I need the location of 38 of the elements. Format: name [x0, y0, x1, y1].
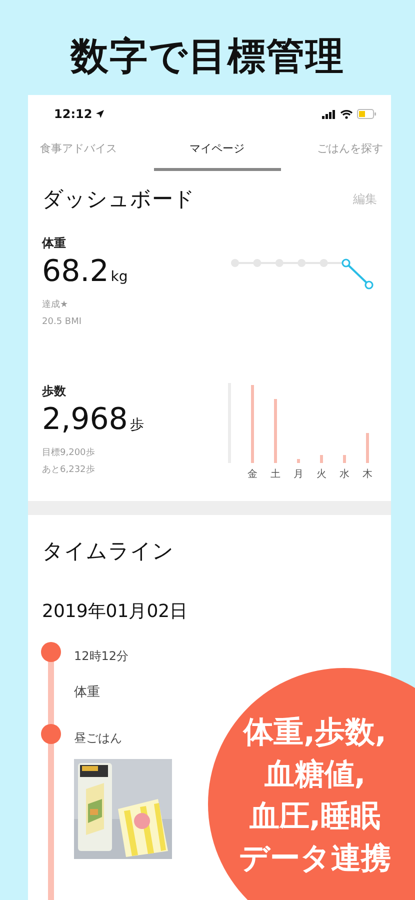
- metric-note: 目標9,200歩: [42, 446, 96, 460]
- battery-icon: [357, 109, 377, 119]
- entry-title: 12時12分: [74, 648, 129, 665]
- day-label: 土: [270, 468, 280, 481]
- metric-note: 20.5 BMI: [42, 316, 82, 329]
- entry-text: 体重: [74, 684, 101, 701]
- section-title: ダッシュボード: [42, 186, 195, 213]
- edit-link[interactable]: 編集: [353, 190, 377, 208]
- day-label: 水: [340, 468, 350, 481]
- day-label: 木: [362, 468, 372, 481]
- steps-bar: [366, 433, 369, 463]
- timeline-date: 2019年01月02日: [42, 600, 189, 623]
- signal-icon: [322, 110, 336, 118]
- tab[interactable]: 食事アドバイス: [28, 135, 125, 171]
- day-label: 火: [316, 468, 326, 481]
- metric-note: あと6,232歩: [42, 464, 96, 477]
- entry-title: 昼ごはん: [74, 730, 122, 747]
- section-title: タイムライン: [42, 538, 175, 565]
- steps-bar: [320, 455, 323, 463]
- metric-label: 歩数: [42, 383, 67, 400]
- timeline-dot: [41, 724, 61, 744]
- timeline-dot: [41, 642, 61, 662]
- headline: 数字で目標管理: [69, 33, 346, 80]
- day-label: 月: [294, 468, 304, 481]
- metric-note: 達成★: [42, 298, 70, 312]
- metric-label: 体重: [42, 235, 67, 252]
- tab[interactable]: ごはんを探す: [309, 135, 391, 171]
- day-label: 金: [248, 468, 258, 481]
- status-time: 12:12: [54, 107, 92, 121]
- tab[interactable]: マイページ: [154, 135, 280, 171]
- metric-value: 68.2 kg: [42, 253, 128, 291]
- steps-bar: [343, 455, 346, 463]
- wifi-icon: [340, 109, 353, 119]
- promo-text: 体重,歩数, 血糖値, 血圧,睡眠 データ連携: [238, 714, 392, 878]
- steps-bar: [274, 399, 277, 463]
- steps-bar: [297, 459, 300, 463]
- location-icon: [96, 110, 104, 118]
- metric-value: 2,968 歩: [42, 401, 144, 439]
